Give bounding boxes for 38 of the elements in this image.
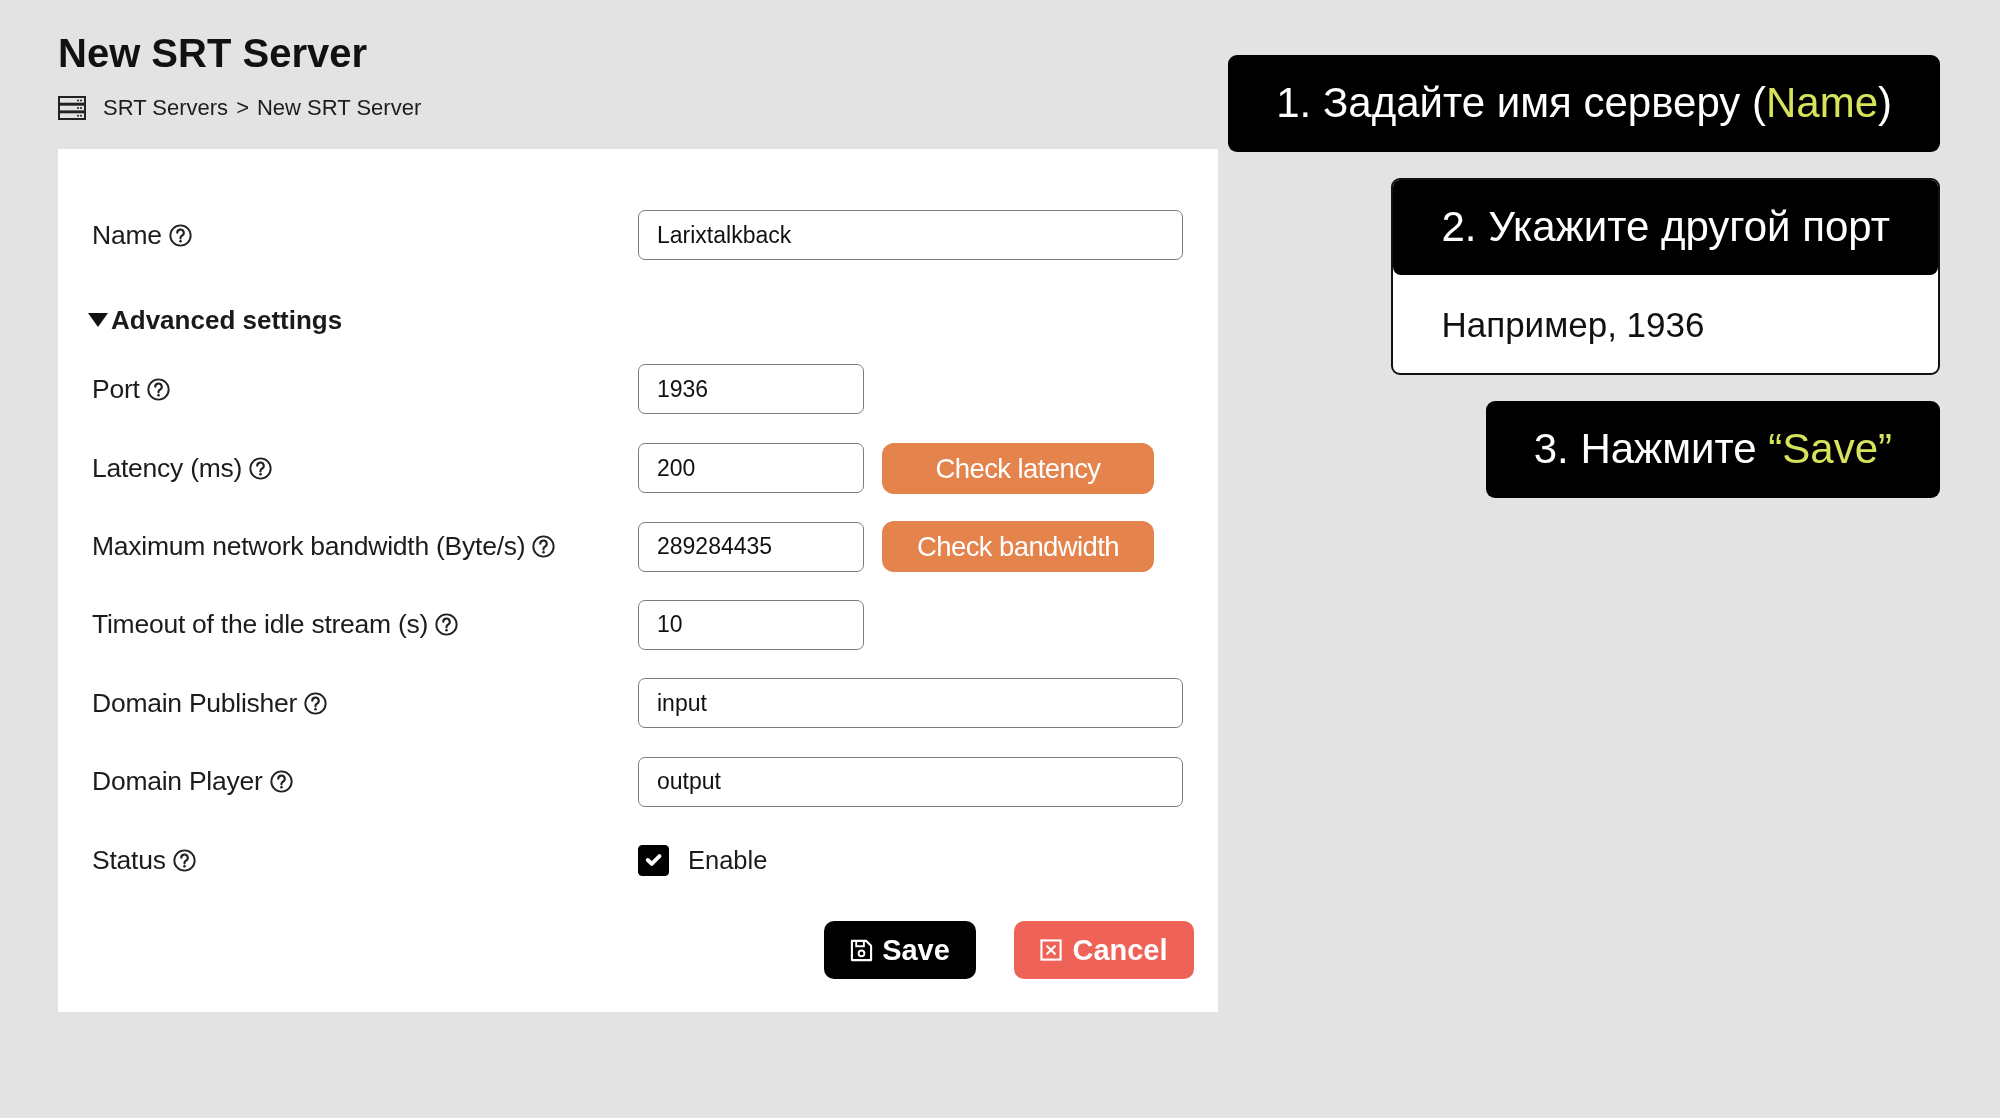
instruction-text: 2. Укажите другой порт (1441, 202, 1890, 253)
text-field[interactable]: input (638, 678, 1183, 729)
breadcrumb-link[interactable]: SRT Servers (103, 95, 229, 122)
field-label: Latency (ms) (92, 451, 243, 485)
field-label: Domain Player (92, 765, 263, 798)
text-field[interactable]: output (638, 756, 1183, 807)
advanced-settings-toggle[interactable]: Advanced settings (88, 296, 343, 345)
text-field[interactable]: Larixtalkback (638, 210, 1183, 261)
x-square-icon (1040, 938, 1064, 962)
text-field[interactable]: 200 (638, 443, 864, 494)
instruction-note: Например, 1936 (1440, 304, 1706, 346)
text-field[interactable]: 1936 (638, 364, 864, 415)
help-icon[interactable] (435, 613, 459, 637)
field-label: Maximum network bandwidth (Byte/s) (92, 530, 526, 563)
help-icon[interactable] (249, 456, 273, 480)
help-icon[interactable] (532, 535, 556, 559)
field-label: Domain Publisher (92, 686, 298, 720)
instruction-text: 3. Нажмите “Save” (1533, 424, 1892, 475)
help-icon[interactable] (269, 770, 293, 794)
page-title: New SRT Server (58, 30, 369, 77)
help-icon[interactable] (168, 223, 192, 247)
caret-down-icon (88, 313, 108, 328)
checkbox-label: Enable (688, 845, 768, 877)
text-field[interactable]: 10 (638, 599, 864, 650)
field-label: Port (92, 372, 140, 406)
checkbox[interactable] (638, 844, 669, 876)
help-icon[interactable] (304, 691, 328, 715)
field-label: Status (92, 843, 166, 877)
field-label: Name (92, 218, 162, 252)
help-icon[interactable] (146, 377, 170, 401)
instruction-text: 1. Задайте имя серверу (Name) (1276, 78, 1892, 129)
help-icon[interactable] (172, 848, 196, 872)
text-field[interactable]: 289284435 (638, 521, 864, 572)
server-icon (58, 96, 86, 121)
breadcrumb-current: New SRT Server (257, 95, 422, 122)
save-button[interactable]: Save (824, 921, 976, 980)
field-label: Timeout of the idle stream (s) (92, 608, 429, 641)
breadcrumb-separator: > (236, 95, 249, 122)
